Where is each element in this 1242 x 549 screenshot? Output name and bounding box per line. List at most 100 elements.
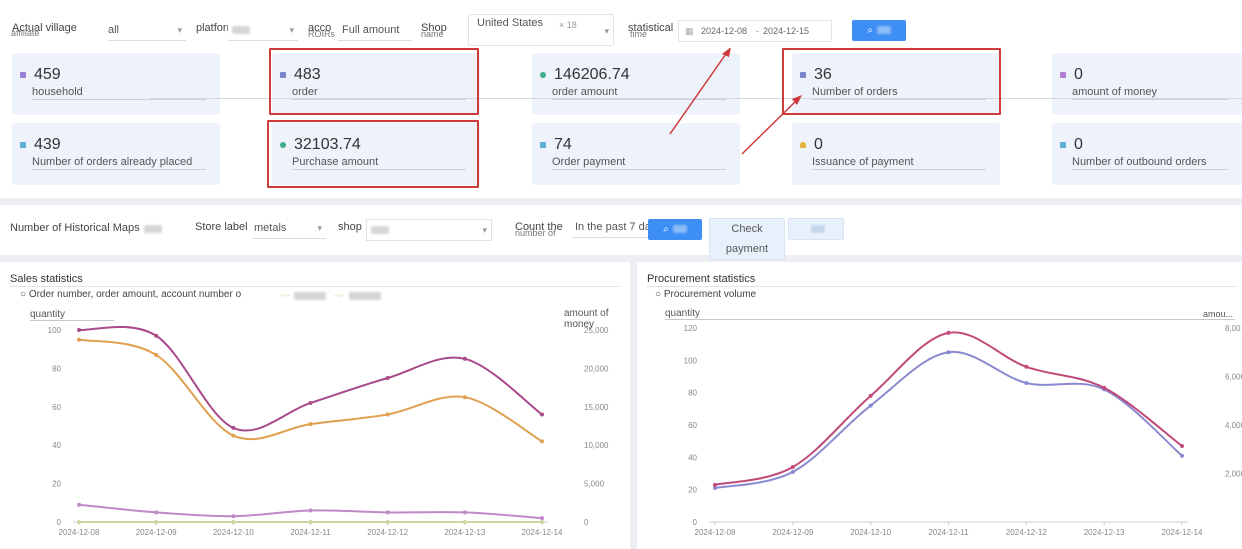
platform-select[interactable]: ▾ [228,20,298,41]
data-point [713,482,717,487]
highlight-box-purchase-amount [267,120,479,188]
data-point [77,328,81,332]
store-label-select[interactable]: metals ▾ [252,218,326,239]
data-point [1102,385,1107,390]
date-range-picker[interactable]: ▦ 2024-12-08 - 2024-12-15 [678,20,832,42]
x-tick-label: 2024-12-12 [1006,528,1047,537]
data-point [77,337,81,342]
x-tick-label: 2024-12-11 [290,528,331,537]
y-tick-label: 60 [688,421,697,430]
arrow-line [669,50,729,135]
data-point [1180,453,1184,458]
y-tick-label: 0 [693,518,698,527]
count-label-2: number of [515,228,556,238]
blurred-value [232,26,250,35]
data-point [231,425,236,430]
shop-select[interactable]: United States × 18 ▾ [468,14,614,46]
stats-panel: 459 household 483 order 146206.74 order … [0,48,1242,198]
highlight-box-number-of-orders [782,48,1001,115]
period-select[interactable]: In the past 7 days [572,217,656,238]
data-point [308,422,313,427]
data-point [540,516,544,521]
series-line [78,338,543,443]
search-icon: ⌕ [867,25,873,36]
y2-tick-label: 2,000 [1225,470,1242,479]
search-icon: ⌕ [663,224,669,235]
y-tick-label: 80 [688,389,697,398]
data-point [868,393,873,398]
y-tick-label: 100 [48,326,62,335]
data-point [231,514,236,519]
x-tick-label: 2024-12-12 [367,528,408,537]
data-point [385,376,390,380]
highlight-box-order [269,48,479,115]
shop-select[interactable]: ▾ [366,219,492,241]
store-label: Store label [195,221,248,233]
sales-line-chart: 0 20 40 60 80 100 0 5,000 10,000 15,000 20,000 25,0… [48,325,609,537]
data-point [77,520,81,524]
y2-tick-label: 25,000 [584,326,609,335]
chevron-down-icon: ▾ [177,25,182,35]
x-tick-label: 2024-12-10 [850,528,891,537]
date-separator: - [756,26,759,36]
data-point [308,508,313,513]
blurred-value [144,225,162,233]
data-point [77,502,81,507]
x-tick-label: 2024-12-09 [136,528,177,537]
sales-chart-panel: Sales statistics ○ Order number, order a… [0,262,630,549]
y-tick-label: 0 [57,518,62,527]
data-point [540,412,544,417]
data-point [462,510,467,515]
x-tick-label: 2024-12-13 [1084,528,1125,537]
procurement-line-chart: 0 20 40 60 80 100 120 2,000 4,000 6,000 8,00 2024-1… [684,324,1242,537]
y2-tick-label: 8,00 [1225,324,1241,333]
check-payment-button[interactable]: Check payment [709,218,785,260]
x-tick-label: 2024-12-14 [1162,528,1203,537]
y-tick-label: 40 [688,453,697,462]
y2-tick-label: 0 [584,518,589,527]
series-line [714,331,1183,486]
chevron-down-icon: ▾ [289,25,294,35]
y-tick-label: 100 [684,356,698,365]
blurred-value [371,226,389,235]
y2-tick-label: 15,000 [584,403,609,412]
data-point [462,395,467,400]
accounts-label-2: ROIRs [308,29,335,39]
arrow-head [722,48,731,57]
data-point [540,520,544,524]
annotation-arrows [669,48,802,155]
y2-tick-label: 6,000 [1225,373,1242,382]
data-point [308,400,313,405]
data-point [540,439,544,444]
y-tick-label: 60 [52,403,61,412]
query-button-2[interactable]: ⌕ [648,219,702,240]
x-tick-label: 2024-12-14 [522,528,563,537]
chevron-down-icon: ▾ [482,225,487,235]
procurement-chart-panel: Procurement statistics ○ Procurement vol… [637,262,1242,549]
data-point [385,510,390,515]
data-point [462,520,467,524]
y-tick-label: 20 [52,480,61,489]
y-tick-label: 80 [52,364,61,373]
chevron-down-icon: ▾ [317,223,322,233]
export-button[interactable] [788,218,844,240]
y-tick-label: 20 [688,486,697,495]
x-tick-label: 2024-12-09 [772,528,813,537]
shop-label: shop [338,221,362,233]
y2-tick-label: 4,000 [1225,421,1242,430]
y-tick-label: 120 [684,324,698,333]
historical-maps-label: Number of Historical Maps [10,222,140,234]
data-point [154,352,159,357]
amount-select[interactable]: Full amount [338,20,412,41]
data-point [385,520,390,524]
data-point [154,520,159,524]
affiliate-label: affiliate [11,28,40,38]
query-button[interactable]: ⌕ [852,20,906,41]
y2-tick-label: 10,000 [584,441,609,450]
data-point [154,333,159,338]
top-filter-panel: Actual village affiliate all ▾ platform ▾… [0,0,1242,48]
village-select[interactable]: all ▾ [108,20,186,41]
calendar-icon: ▦ [685,26,694,36]
x-tick-label: 2024-12-08 [59,528,100,537]
blurred-label [672,225,687,234]
